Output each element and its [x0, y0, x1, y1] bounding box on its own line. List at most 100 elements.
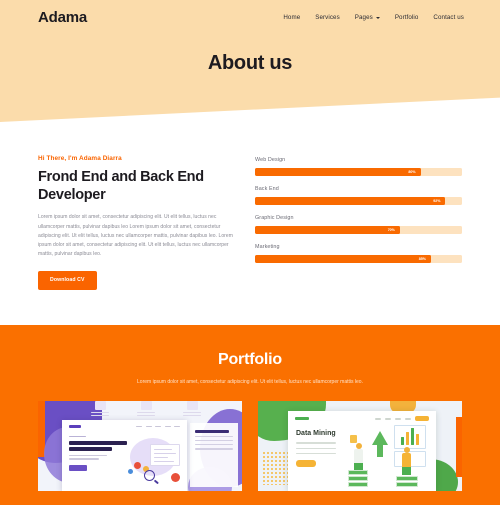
money-stack [348, 470, 368, 476]
chevron-down-icon [375, 16, 380, 19]
money-stack [396, 476, 418, 482]
feature-icon [186, 401, 198, 411]
panel-heading-bar [195, 430, 229, 433]
skill-percent: 80% [408, 170, 416, 174]
mockup-nav-link [155, 425, 162, 428]
skill-graphic-design: Graphic Design 70% [255, 215, 462, 234]
panel-text-line [195, 435, 233, 438]
navbar: Adama Home Services Pages Portfolio Cont… [0, 0, 500, 26]
mockup-nav-link [395, 418, 401, 420]
mockup-learn-more-button [296, 460, 316, 467]
mockup-cta-button [69, 464, 87, 471]
mockup-nav-links [136, 425, 180, 428]
nav-item-portfolio[interactable]: Portfolio [395, 14, 419, 21]
mockup-eyebrow [69, 435, 86, 438]
mockup-nav-link [405, 418, 411, 420]
about-heading: Frond End and Back End Developer [38, 169, 204, 203]
chart-bar [401, 437, 404, 446]
illustration-window [150, 444, 180, 467]
skill-track: 92% [255, 197, 462, 205]
skill-label: Marketing [255, 244, 280, 250]
mockup-logo [69, 425, 81, 428]
skill-percent: 92% [433, 199, 441, 203]
person-body [354, 449, 363, 464]
mockup-text-line [69, 455, 107, 457]
mockup-nav-link [174, 425, 180, 428]
nav-links: Home Services Pages Portfolio Contact us [283, 14, 464, 21]
magnifier-handle-icon [154, 479, 159, 484]
skill-fill: 70% [255, 226, 400, 234]
skill-marketing: Marketing 85% [255, 244, 462, 263]
about-section: Hi There, I'm Adama Diarra Frond End and… [0, 155, 500, 290]
nav-item-pages-label: Pages [354, 14, 373, 21]
skill-percent: 70% [387, 228, 395, 232]
mockup-nav-link [375, 418, 381, 420]
mockup-text-line [296, 452, 336, 455]
mockup-illustration [346, 421, 432, 489]
skill-track: 70% [255, 226, 462, 234]
skill-label: Back End [255, 186, 279, 192]
skill-track: 80% [255, 168, 462, 176]
nav-item-services[interactable]: Services [315, 14, 340, 21]
portfolio-card-creative-agency[interactable] [38, 401, 242, 492]
illustration-line [154, 453, 176, 455]
feature-icon-item [90, 401, 110, 417]
feature-line [183, 412, 201, 414]
skill-fill: 85% [255, 255, 431, 263]
hero-section: Adama Home Services Pages Portfolio Cont… [0, 0, 500, 122]
mockup-feature-icons [90, 401, 202, 417]
portfolio-section: Portfolio Lorem ipsum dolor sit amet, co… [0, 325, 500, 505]
money-stack [348, 482, 368, 488]
money-stack [396, 482, 418, 488]
mockup-nav-link [136, 425, 143, 428]
feature-line [137, 414, 155, 417]
skill-track: 85% [255, 255, 462, 263]
mockup-text-line [69, 458, 99, 460]
feature-icon-item [136, 401, 156, 417]
page-title: About us [207, 52, 293, 74]
chart-bar [406, 432, 409, 446]
download-cv-button[interactable]: Download CV [38, 270, 97, 290]
illustration-line [154, 449, 172, 451]
mockup-headline-line [69, 441, 127, 446]
skill-percent: 85% [418, 257, 426, 261]
coin-icon [350, 435, 357, 444]
skill-fill: 80% [255, 168, 421, 176]
skill-label: Graphic Design [255, 215, 294, 221]
feature-line [91, 412, 109, 414]
about-paragraph: Lorem ipsum dolor sit amet, consectetur … [38, 214, 233, 258]
mockup-nav-link [145, 425, 152, 428]
skill-label: Web Design [255, 157, 286, 163]
mockup-illustration [126, 436, 182, 484]
chart-bar [416, 434, 419, 446]
mockup-text-line [296, 447, 336, 449]
mockup-side-panel [190, 423, 238, 488]
illustration-line [154, 461, 174, 463]
about-text-column: Hi There, I'm Adama Diarra Frond End and… [38, 155, 233, 290]
about-page: Adama Home Services Pages Portfolio Cont… [0, 0, 500, 505]
about-tagline: Hi There, I'm Adama Diarra [38, 155, 122, 162]
mockup-browser-window: Data Mining [288, 411, 436, 492]
portfolio-card-data-mining[interactable]: Data Mining [258, 401, 462, 492]
person-body [402, 453, 411, 468]
nav-item-contact-us[interactable]: Contact us [433, 14, 464, 21]
bar-chart-icon [394, 425, 426, 450]
mockup-navbar [62, 420, 187, 428]
illustration-dot [128, 469, 133, 475]
person-illustration [354, 443, 363, 472]
chart-bar [411, 428, 414, 446]
portfolio-subtitle: Lorem ipsum dolor sit amet, consectetur … [137, 379, 363, 385]
nav-item-home[interactable]: Home [283, 14, 300, 21]
feature-line [183, 414, 201, 417]
illustration-line [154, 457, 168, 459]
mockup-nav-link [164, 425, 171, 428]
skills-column: Web Design 80% Back End 92% Graphic Desi… [255, 155, 462, 290]
mockup-browser-window [62, 420, 187, 492]
mockup-nav-link [385, 418, 391, 420]
skill-back-end: Back End 92% [255, 186, 462, 205]
decorative-bar [456, 417, 462, 478]
feature-line [91, 414, 109, 417]
nav-item-pages[interactable]: Pages [355, 14, 380, 21]
site-logo[interactable]: Adama [38, 9, 87, 26]
portfolio-cards: Data Mining [0, 387, 500, 492]
